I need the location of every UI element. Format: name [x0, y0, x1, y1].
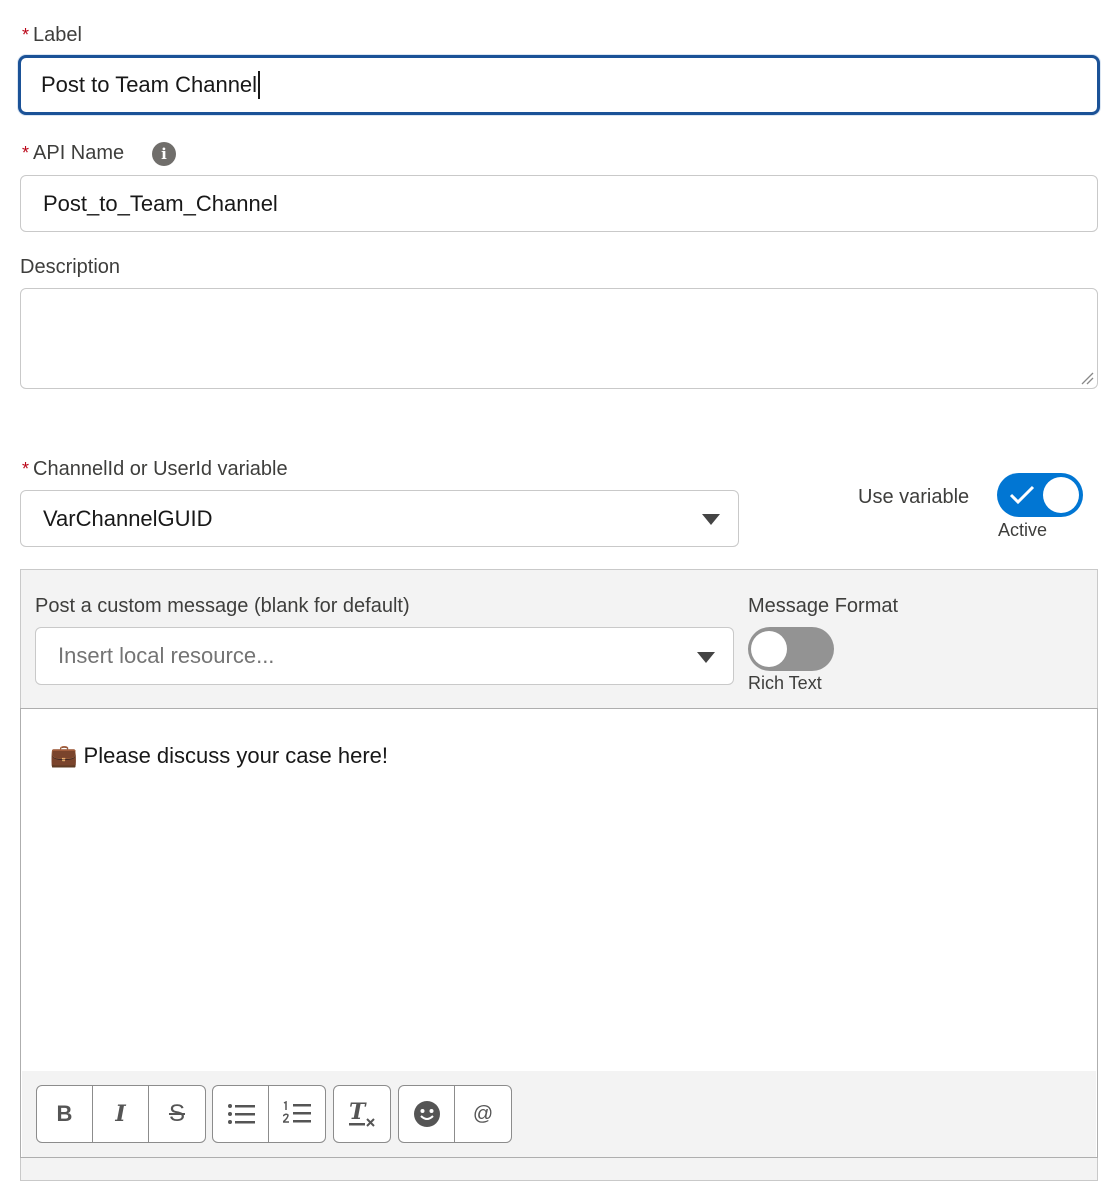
chevron-down-icon: [702, 514, 720, 525]
insert-group: @: [398, 1085, 512, 1143]
description-label: Description: [20, 256, 121, 278]
label-field-label: * Label: [22, 24, 82, 46]
api-name-field-label: * API Name: [22, 142, 125, 164]
numbered-list-button[interactable]: [269, 1086, 325, 1142]
text-style-group: B I S: [36, 1085, 206, 1143]
api-name-input-value: Post_to_Team_Channel: [43, 190, 278, 216]
mention-button[interactable]: @: [455, 1086, 511, 1142]
use-variable-state: Active: [998, 520, 1048, 540]
editor-content[interactable]: 💼 Please discuss your case here!: [50, 743, 388, 769]
editor-text: Please discuss your case here!: [83, 743, 389, 768]
use-variable-label: Use variable: [858, 486, 970, 508]
mention-icon: @: [472, 1102, 494, 1125]
label-input-value: Post to Team Channel: [41, 72, 258, 97]
briefcase-emoji: 💼: [50, 743, 78, 768]
info-icon[interactable]: i: [152, 142, 176, 166]
bold-icon: B: [56, 1101, 73, 1126]
custom-message-label: Post a custom message (blank for default…: [35, 595, 410, 617]
bulleted-list-icon: [227, 1104, 255, 1124]
channel-field-label: * ChannelId or UserId variable: [22, 458, 288, 480]
bold-button[interactable]: B: [37, 1086, 93, 1142]
description-textarea[interactable]: [20, 288, 1098, 389]
text-cursor: [258, 71, 261, 99]
svg-text:T: T: [349, 1099, 367, 1125]
italic-icon: I: [115, 1101, 126, 1127]
use-variable-toggle[interactable]: [997, 473, 1083, 517]
numbered-list-icon: [283, 1101, 311, 1123]
list-group: [212, 1085, 326, 1143]
message-format-label: Message Format: [748, 595, 899, 617]
clear-format-button[interactable]: T: [334, 1086, 390, 1142]
clear-format-group: T: [333, 1085, 391, 1143]
strikethrough-icon: S: [168, 1100, 185, 1127]
message-format-state: Rich Text: [748, 673, 822, 693]
channel-combobox-value: VarChannelGUID: [43, 505, 213, 531]
api-name-input[interactable]: Post_to_Team_Channel: [20, 175, 1098, 232]
channel-combobox[interactable]: VarChannelGUID: [20, 490, 739, 547]
emoji-button[interactable]: [399, 1086, 455, 1142]
check-icon: [1009, 485, 1035, 505]
chevron-down-icon: [697, 652, 715, 663]
label-input[interactable]: Post to Team Channel: [18, 55, 1100, 115]
strikethrough-button[interactable]: S: [149, 1086, 205, 1142]
italic-button[interactable]: I: [93, 1086, 149, 1142]
resize-handle-icon[interactable]: [1080, 371, 1094, 385]
emoji-icon: [413, 1101, 440, 1127]
toggle-knob: [1043, 477, 1079, 513]
clear-format-icon: T: [349, 1099, 375, 1127]
message-format-toggle[interactable]: [748, 627, 834, 671]
insert-resource-combobox[interactable]: Insert local resource...: [35, 627, 734, 685]
insert-resource-placeholder: Insert local resource...: [58, 643, 275, 668]
toggle-knob: [751, 631, 787, 667]
bulleted-list-button[interactable]: [213, 1086, 269, 1142]
